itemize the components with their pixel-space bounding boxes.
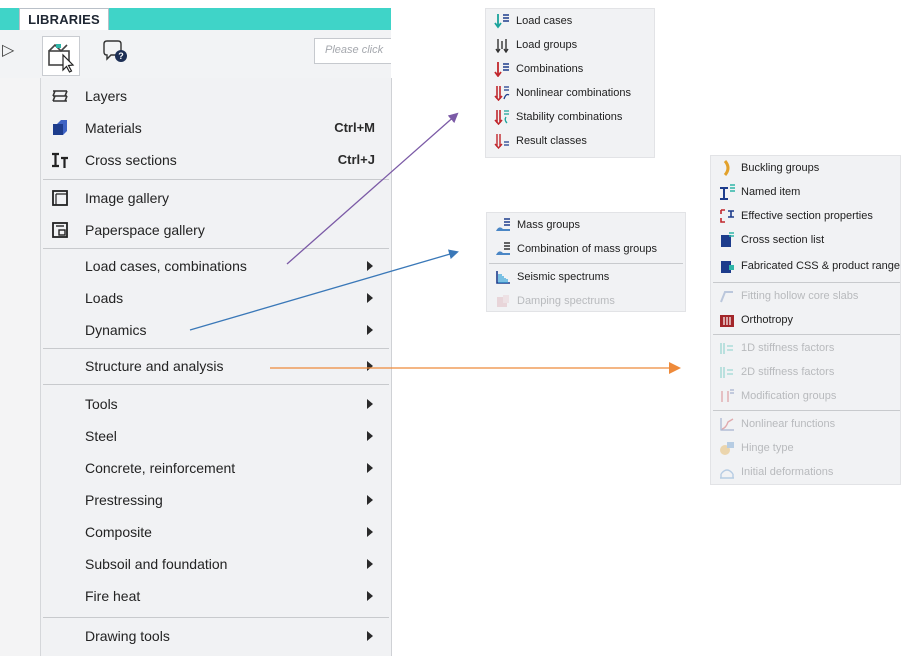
arrow-to-load-cases-submenu	[286, 112, 459, 265]
arrow-to-dynamics-submenu	[189, 249, 459, 331]
callout-arrows	[189, 112, 681, 374]
